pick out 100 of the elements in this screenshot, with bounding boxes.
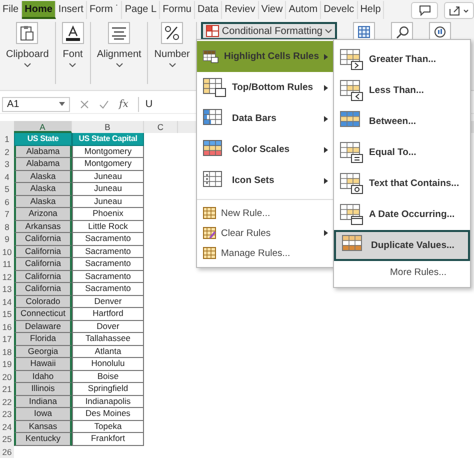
table-cell: Kansas	[14, 420, 72, 433]
row-header[interactable]: 20	[0, 370, 14, 383]
menu-item[interactable]: More Rules...	[334, 261, 470, 283]
table-cell: Alabama	[14, 158, 72, 170]
text-grid-icon	[340, 172, 364, 194]
table-cell: Sacramento	[72, 258, 144, 270]
row-header[interactable]: 7	[0, 208, 14, 220]
table-cell: Frankfort	[72, 433, 144, 446]
menu-item[interactable]: Equal To...	[334, 137, 470, 168]
menu-item[interactable]: Greater Than...	[334, 44, 470, 75]
ribbon-tab[interactable]: Reviev	[222, 1, 259, 19]
table-cell: Sacramento	[72, 283, 144, 296]
row-header[interactable]: 3	[0, 158, 14, 170]
ribbon-tab[interactable]: Page L	[122, 1, 160, 19]
row-header[interactable]: 25	[0, 433, 14, 446]
eraser-grid-icon	[203, 227, 216, 239]
conditional-formatting-button[interactable]: Conditional Formatting	[200, 22, 338, 40]
table-cell: Atlanta	[72, 346, 144, 358]
share-button[interactable]	[444, 2, 474, 18]
menu-item[interactable]: Manage Rules...	[197, 243, 334, 263]
menu-item[interactable]: A Date Occurring...	[334, 199, 470, 230]
caret-icon[interactable]	[168, 63, 176, 67]
menu-item[interactable]: New Rule...	[197, 203, 334, 223]
caret-icon[interactable]	[116, 63, 123, 67]
menu-item[interactable]: Highlight Cells Rules	[197, 41, 334, 72]
row-header[interactable]: 19	[0, 358, 14, 370]
row-header[interactable]: 15	[0, 308, 14, 320]
table-cell: Topeka	[72, 420, 144, 433]
check-icon[interactable]	[99, 100, 109, 108]
group-label: Font	[62, 49, 83, 60]
ribbon-tab[interactable]: Formu	[160, 1, 195, 19]
row-header[interactable]: 4	[0, 170, 14, 183]
menu-item[interactable]: Text that Contains...	[334, 168, 470, 199]
table-cell: Tallahassee	[72, 333, 144, 346]
ribbon-tab[interactable]: Form ˙	[86, 1, 122, 19]
table-cell: Sacramento	[72, 233, 144, 246]
menu-item[interactable]: Between...	[334, 106, 470, 137]
row-header[interactable]: 17	[0, 333, 14, 346]
caret-icon	[325, 29, 332, 33]
table-cell: Montgomery	[72, 158, 144, 170]
table-cell: Delaware	[14, 320, 72, 333]
table-cell: Florida	[14, 333, 72, 346]
align-icon[interactable]	[108, 22, 130, 44]
table-cell: Juneau	[72, 183, 144, 196]
share-icon	[448, 4, 470, 16]
ribbon-tab[interactable]: Help	[358, 1, 384, 19]
clipboard-icon[interactable]	[16, 22, 38, 44]
menu-item[interactable]: Color Scales	[197, 134, 334, 165]
row-header[interactable]: 22	[0, 396, 14, 408]
caret-icon[interactable]	[24, 63, 31, 67]
row-header[interactable]: 23	[0, 408, 14, 420]
row-header[interactable]: 2	[0, 146, 14, 158]
insert-function-button[interactable]: fx	[119, 98, 128, 110]
name-box[interactable]: A1	[2, 96, 70, 112]
menu-item[interactable]: Clear Rules	[197, 223, 334, 243]
table-cell: Illinois	[14, 383, 72, 396]
row-header[interactable]: 8	[0, 220, 14, 233]
row-header[interactable]: 6	[0, 196, 14, 208]
row-header[interactable]: 18	[0, 346, 14, 358]
ribbon-tab[interactable]: Home	[22, 1, 56, 19]
row-header[interactable]: 10	[0, 246, 14, 258]
ribbon-tab[interactable]: View	[258, 1, 286, 19]
row-header[interactable]: 24	[0, 420, 14, 433]
table-cell: Alaska	[14, 196, 72, 208]
ribbon-tab[interactable]: Autom	[286, 1, 322, 19]
caret-icon[interactable]	[69, 63, 76, 67]
row-header[interactable]: 5	[0, 183, 14, 196]
row-header[interactable]: 26	[0, 446, 14, 458]
row-header[interactable]: 21	[0, 383, 14, 396]
table-cell: Alaska	[14, 183, 72, 196]
table-cell: Juneau	[72, 170, 144, 183]
table-cell: Idaho	[14, 370, 72, 383]
cancel-icon[interactable]	[80, 100, 89, 108]
row-header[interactable]: 11	[0, 258, 14, 270]
column-header[interactable]: A	[14, 121, 72, 133]
row-header[interactable]: 13	[0, 283, 14, 296]
row-header[interactable]: 16	[0, 320, 14, 333]
comment-button[interactable]	[411, 2, 438, 18]
less-than-icon	[340, 80, 364, 102]
table-cell: Montgomery	[72, 146, 144, 158]
menu-item[interactable]: Duplicate Values...	[334, 230, 470, 261]
row-header[interactable]: 14	[0, 296, 14, 308]
table-cell: California	[14, 258, 72, 270]
table-cell: Honolulu	[72, 358, 144, 370]
row-header[interactable]: 9	[0, 233, 14, 246]
menu-item[interactable]: Less Than...	[334, 75, 470, 106]
row-header[interactable]: 12	[0, 270, 14, 283]
table-cell: Arizona	[14, 208, 72, 220]
top-ten-icon	[203, 78, 227, 98]
calendar-grid-icon	[340, 204, 364, 226]
ribbon-tab[interactable]: Develc	[321, 1, 358, 19]
percent-icon[interactable]	[161, 22, 184, 44]
column-header[interactable]: C	[144, 121, 178, 133]
font-color-icon[interactable]	[62, 22, 84, 44]
row-header[interactable]: 1	[0, 133, 14, 146]
table-cell: Hartford	[72, 308, 144, 320]
menu-item[interactable]: Icon Sets	[197, 165, 334, 196]
ribbon-tab[interactable]: Data	[195, 1, 222, 19]
ribbon-tab[interactable]: Insert	[56, 1, 87, 19]
grid-icon	[203, 207, 216, 219]
